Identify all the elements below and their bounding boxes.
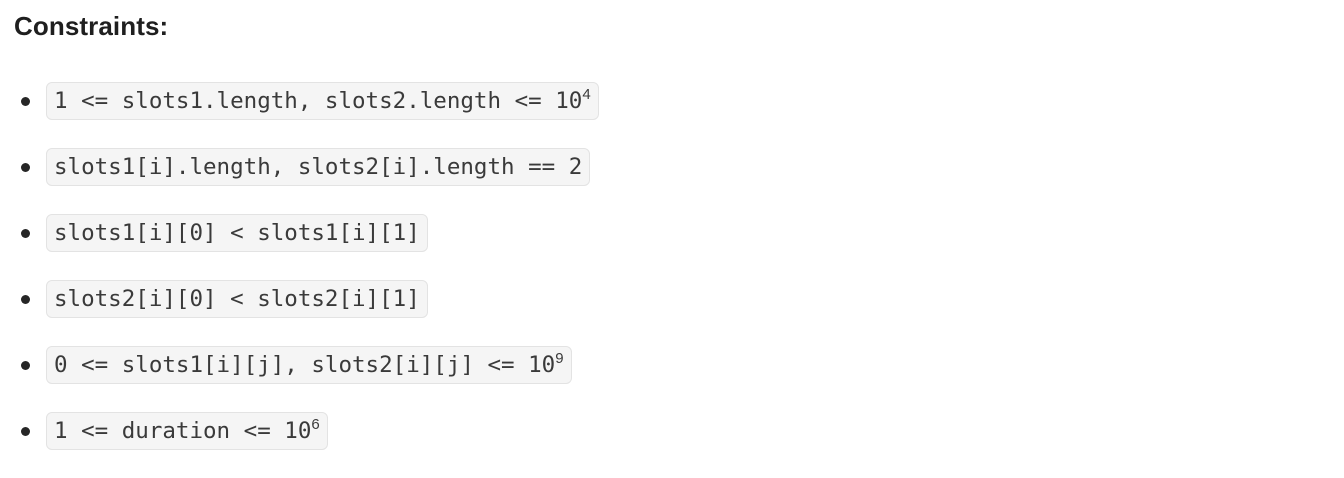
constraint-code: slots1[i].length, slots2[i].length == 2 — [46, 148, 591, 186]
constraint-text: slots2[i][0] < slots2[i][1] — [54, 286, 420, 312]
constraint-code: slots2[i][0] < slots2[i][1] — [46, 280, 428, 318]
constraint-text: 0 <= slots1[i][j], slots2[i][j] <= 10 — [54, 352, 556, 378]
bullet-icon — [21, 97, 30, 106]
constraints-heading: Constraints: — [14, 11, 169, 41]
constraint-text: slots1[i][0] < slots1[i][1] — [54, 220, 420, 246]
bullet-icon — [21, 229, 30, 238]
constraint-code: 1 <= duration <= 106 — [46, 412, 328, 450]
constraint-exponent: 6 — [311, 415, 320, 433]
constraint-exponent: 9 — [555, 349, 564, 367]
constraint-code: 0 <= slots1[i][j], slots2[i][j] <= 109 — [46, 346, 572, 384]
constraint-code: slots1[i][0] < slots1[i][1] — [46, 214, 428, 252]
bullet-icon — [21, 427, 30, 436]
constraint-exponent: 4 — [582, 85, 591, 103]
constraint-text: slots1[i].length, slots2[i].length == 2 — [54, 154, 583, 180]
bullet-icon — [21, 295, 30, 304]
constraint-code: 1 <= slots1.length, slots2.length <= 104 — [46, 82, 599, 120]
constraint-text: 1 <= duration <= 10 — [54, 418, 312, 444]
bullet-icon — [21, 163, 30, 172]
constraint-text: 1 <= slots1.length, slots2.length <= 10 — [54, 88, 583, 114]
bullet-icon — [21, 361, 30, 370]
